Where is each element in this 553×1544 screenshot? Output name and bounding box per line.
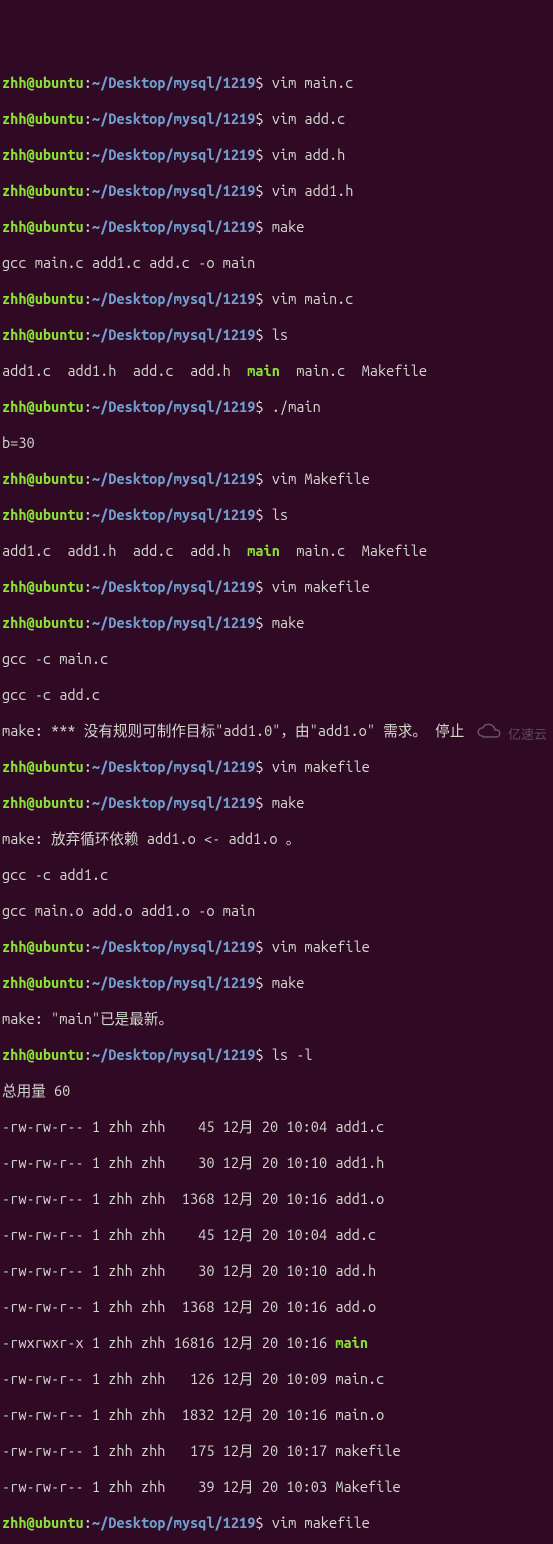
user-host: zhh@ubuntu	[2, 1046, 84, 1063]
ls-l-row: -rw-rw-r-- 1 zhh zhh 1368 12月 20 10:16 a…	[2, 1298, 551, 1316]
cmd: vim makefile	[264, 758, 370, 775]
user-host: zhh@ubuntu	[2, 146, 84, 163]
ls-l-row: -rwxrwxr-x 1 zhh zhh 16816 12月 20 10:16 …	[2, 1334, 551, 1352]
ls-output: add1.c add1.h add.c add.h main main.c Ma…	[2, 542, 551, 560]
ls-l-row: -rw-rw-r-- 1 zhh zhh 30 12月 20 10:10 add…	[2, 1262, 551, 1280]
ls-output: add1.c add1.h add.c add.h main main.c Ma…	[2, 362, 551, 380]
cwd-path: ~/Desktop/mysql/1219	[92, 758, 255, 775]
cmd: vim makefile	[264, 938, 370, 955]
user-host: zhh@ubuntu	[2, 74, 84, 91]
cmd: make	[264, 614, 305, 631]
terminal-line: zhh@ubuntu:~/Desktop/mysql/1219$ vim mak…	[2, 578, 551, 596]
cwd-path: ~/Desktop/mysql/1219	[92, 1046, 255, 1063]
user-host: zhh@ubuntu	[2, 938, 84, 955]
exec-file: main	[335, 1334, 368, 1351]
terminal-line: zhh@ubuntu:~/Desktop/mysql/1219$ vim mai…	[2, 290, 551, 308]
cwd-path: ~/Desktop/mysql/1219	[92, 74, 255, 91]
terminal-line: zhh@ubuntu:~/Desktop/mysql/1219$ vim mai…	[2, 74, 551, 92]
cmd: vim Makefile	[264, 470, 370, 487]
cloud-icon	[462, 705, 504, 764]
user-host: zhh@ubuntu	[2, 578, 84, 595]
ls-l-row: -rw-rw-r-- 1 zhh zhh 45 12月 20 10:04 add…	[2, 1226, 551, 1244]
cmd: vim main.c	[264, 74, 354, 91]
output-line: gcc -c main.c	[2, 650, 551, 668]
terminal-line: zhh@ubuntu:~/Desktop/mysql/1219$ make	[2, 614, 551, 632]
cwd-path: ~/Desktop/mysql/1219	[92, 146, 255, 163]
exec-file: main	[247, 362, 280, 379]
output-line: 总用量 60	[2, 1082, 551, 1100]
cwd-path: ~/Desktop/mysql/1219	[92, 218, 255, 235]
cmd: vim main.c	[264, 290, 354, 307]
cmd: make	[264, 794, 305, 811]
terminal-line: zhh@ubuntu:~/Desktop/mysql/1219$ vim add…	[2, 146, 551, 164]
cwd-path: ~/Desktop/mysql/1219	[92, 470, 255, 487]
cmd: vim makefile	[264, 1514, 370, 1531]
cwd-path: ~/Desktop/mysql/1219	[92, 1514, 255, 1531]
cwd-path: ~/Desktop/mysql/1219	[92, 182, 255, 199]
cwd-path: ~/Desktop/mysql/1219	[92, 578, 255, 595]
cmd: ./main	[264, 398, 321, 415]
cwd-path: ~/Desktop/mysql/1219	[92, 326, 255, 343]
cmd: ls	[264, 506, 289, 523]
output-line: gcc main.o add.o add1.o -o main	[2, 902, 551, 920]
cmd: make	[264, 974, 305, 991]
ls-l-row: -rw-rw-r-- 1 zhh zhh 39 12月 20 10:03 Mak…	[2, 1478, 551, 1496]
output-line: b=30	[2, 434, 551, 452]
cwd-path: ~/Desktop/mysql/1219	[92, 506, 255, 523]
user-host: zhh@ubuntu	[2, 218, 84, 235]
ls-l-row: -rw-rw-r-- 1 zhh zhh 1832 12月 20 10:16 m…	[2, 1406, 551, 1424]
terminal-line: zhh@ubuntu:~/Desktop/mysql/1219$ vim mak…	[2, 1514, 551, 1532]
cwd-path: ~/Desktop/mysql/1219	[92, 794, 255, 811]
terminal-line: zhh@ubuntu:~/Desktop/mysql/1219$ make	[2, 218, 551, 236]
ls-l-row: -rw-rw-r-- 1 zhh zhh 30 12月 20 10:10 add…	[2, 1154, 551, 1172]
cmd: vim add.c	[264, 110, 346, 127]
cwd-path: ~/Desktop/mysql/1219	[92, 938, 255, 955]
terminal-line: zhh@ubuntu:~/Desktop/mysql/1219$ vim Mak…	[2, 470, 551, 488]
terminal-line: zhh@ubuntu:~/Desktop/mysql/1219$ ls -l	[2, 1046, 551, 1064]
terminal-line: zhh@ubuntu:~/Desktop/mysql/1219$ vim add…	[2, 110, 551, 128]
user-host: zhh@ubuntu	[2, 1514, 84, 1531]
output-line: make: 放弃循环依赖 add1.o <- add1.o 。	[2, 830, 551, 848]
output-line: gcc main.c add1.c add.c -o main	[2, 254, 551, 272]
terminal-line: zhh@ubuntu:~/Desktop/mysql/1219$ make	[2, 794, 551, 812]
user-host: zhh@ubuntu	[2, 974, 84, 991]
user-host: zhh@ubuntu	[2, 110, 84, 127]
ls-l-row: -rw-rw-r-- 1 zhh zhh 1368 12月 20 10:16 a…	[2, 1190, 551, 1208]
cwd-path: ~/Desktop/mysql/1219	[92, 398, 255, 415]
terminal-line: zhh@ubuntu:~/Desktop/mysql/1219$ ls	[2, 326, 551, 344]
user-host: zhh@ubuntu	[2, 506, 84, 523]
output-line: make: "main"已是最新。	[2, 1010, 551, 1028]
ls-l-row: -rw-rw-r-- 1 zhh zhh 126 12月 20 10:09 ma…	[2, 1370, 551, 1388]
cmd: ls	[264, 326, 289, 343]
user-host: zhh@ubuntu	[2, 758, 84, 775]
terminal-line: zhh@ubuntu:~/Desktop/mysql/1219$ make	[2, 974, 551, 992]
user-host: zhh@ubuntu	[2, 182, 84, 199]
cmd: vim add.h	[264, 146, 346, 163]
ls-l-row: -rw-rw-r-- 1 zhh zhh 45 12月 20 10:04 add…	[2, 1118, 551, 1136]
user-host: zhh@ubuntu	[2, 614, 84, 631]
cwd-path: ~/Desktop/mysql/1219	[92, 110, 255, 127]
cwd-path: ~/Desktop/mysql/1219	[92, 614, 255, 631]
output-line: gcc -c add.c	[2, 686, 551, 704]
terminal-line: zhh@ubuntu:~/Desktop/mysql/1219$ ls	[2, 506, 551, 524]
output-line: gcc -c add1.c	[2, 866, 551, 884]
user-host: zhh@ubuntu	[2, 326, 84, 343]
terminal-line: zhh@ubuntu:~/Desktop/mysql/1219$ vim mak…	[2, 938, 551, 956]
user-host: zhh@ubuntu	[2, 794, 84, 811]
user-host: zhh@ubuntu	[2, 398, 84, 415]
user-host: zhh@ubuntu	[2, 290, 84, 307]
ls-l-row: -rw-rw-r-- 1 zhh zhh 175 12月 20 10:17 ma…	[2, 1442, 551, 1460]
cmd: vim add1.h	[264, 182, 354, 199]
watermark-text: 亿速云	[508, 726, 547, 744]
cmd: ls -l	[264, 1046, 313, 1063]
watermark: 亿速云	[462, 705, 547, 764]
cwd-path: ~/Desktop/mysql/1219	[92, 974, 255, 991]
cwd-path: ~/Desktop/mysql/1219	[92, 290, 255, 307]
cmd: make	[264, 218, 305, 235]
terminal-line: zhh@ubuntu:~/Desktop/mysql/1219$ vim add…	[2, 182, 551, 200]
terminal-line: zhh@ubuntu:~/Desktop/mysql/1219$ ./main	[2, 398, 551, 416]
exec-file: main	[247, 542, 280, 559]
user-host: zhh@ubuntu	[2, 470, 84, 487]
cmd: vim makefile	[264, 578, 370, 595]
